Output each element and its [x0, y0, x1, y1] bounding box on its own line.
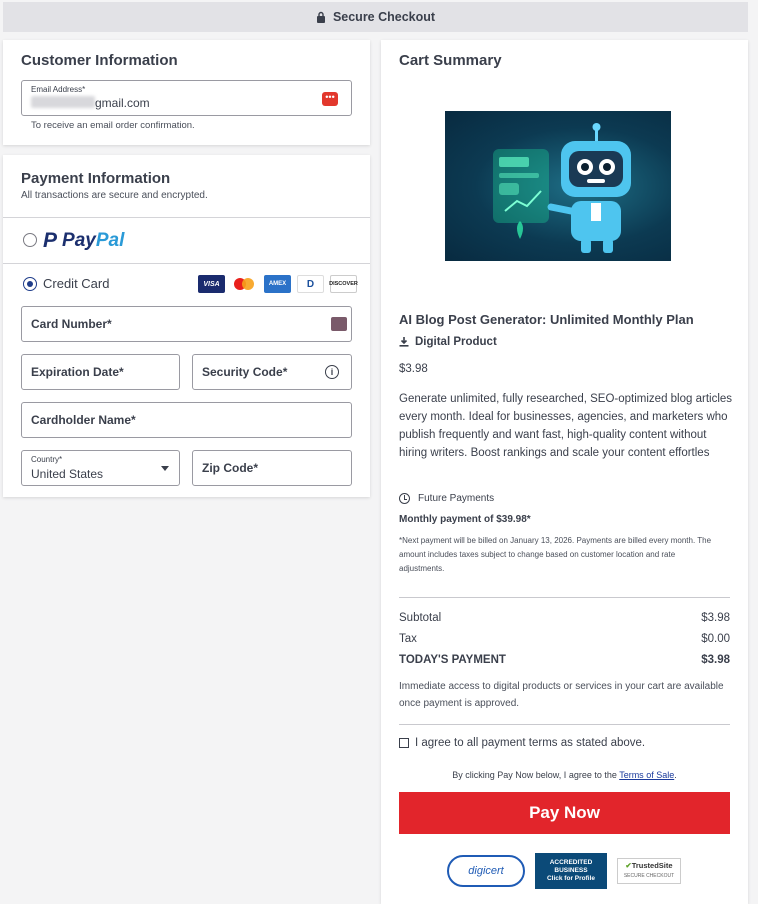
secure-checkout-bar: Secure Checkout — [3, 2, 748, 32]
bbb-badge[interactable]: ACCREDITED BUSINESS Click for Profile — [535, 853, 607, 889]
discover-icon: DISCOVER — [329, 275, 358, 293]
mastercard-icon — [231, 275, 258, 293]
future-payments: Future Payments — [399, 493, 494, 504]
customer-info-card: Customer Information Email Address* gmai… — [3, 40, 370, 145]
terms-notice: By clicking Pay Now below, I agree to th… — [452, 770, 677, 780]
product-price: $3.98 — [399, 363, 428, 375]
card-icon — [331, 317, 347, 331]
terms-of-sale-link[interactable]: Terms of Sale — [619, 770, 674, 780]
monthly-payment: Monthly payment of $39.98* — [399, 514, 531, 525]
email-value: gmail.com — [95, 96, 150, 110]
card-number-input[interactable]: Card Number* — [21, 306, 352, 342]
product-kind: Digital Product — [399, 336, 497, 348]
lock-icon — [316, 11, 325, 23]
subtotal-row: Subtotal $3.98 — [399, 612, 730, 624]
trust-badges: digicert ACCREDITED BUSINESS Click for P… — [447, 853, 681, 889]
page-title: Secure Checkout — [332, 10, 436, 24]
divider — [399, 597, 730, 598]
divider — [399, 724, 730, 725]
product-image — [445, 111, 671, 261]
paypal-icon: P — [43, 229, 58, 252]
email-label: Email Address* — [31, 85, 86, 94]
info-icon[interactable]: i — [325, 365, 339, 379]
payment-subtitle: All transactions are secure and encrypte… — [21, 190, 208, 201]
payment-info-card: Payment Information All transactions are… — [3, 155, 370, 497]
agree-terms[interactable]: I agree to all payment terms as stated a… — [399, 737, 645, 749]
billing-note: *Next payment will be billed on January … — [399, 536, 712, 573]
clock-icon — [399, 493, 410, 504]
payment-info-heading: Payment Information — [21, 170, 171, 187]
diners-icon: D — [297, 275, 324, 293]
pay-now-button[interactable]: Pay Now — [399, 792, 730, 834]
paypal-logo[interactable]: P Pay Pal — [43, 229, 124, 253]
chevron-down-icon — [161, 466, 169, 471]
digicert-badge[interactable]: digicert — [447, 855, 525, 887]
divider — [3, 217, 370, 218]
visa-icon: VISA — [198, 275, 225, 293]
password-manager-icon[interactable]: ••• — [322, 92, 338, 106]
product-description: Generate unlimited, fully researched, SE… — [399, 393, 733, 459]
agree-checkbox[interactable] — [399, 738, 409, 748]
email-hint: To receive an email order confirmation. — [31, 120, 195, 131]
todays-payment-row: TODAY'S PAYMENT $3.98 — [399, 654, 730, 666]
trustedsite-badge[interactable]: ✔TrustedSite SECURE CHECKOUT — [617, 858, 681, 884]
security-code-input[interactable]: Security Code* i — [192, 354, 352, 390]
card-brands: VISA AMEX D DISCOVER — [198, 275, 358, 293]
country-select[interactable]: Country* United States — [21, 450, 180, 486]
credit-card-radio[interactable] — [23, 277, 37, 291]
paypal-radio[interactable] — [23, 233, 37, 247]
email-redacted — [31, 96, 95, 108]
cardholder-name-input[interactable]: Cardholder Name* — [21, 402, 352, 438]
cart-summary-heading: Cart Summary — [399, 52, 502, 69]
zip-code-input[interactable]: Zip Code* — [192, 450, 352, 486]
access-note: Immediate access to digital products or … — [399, 681, 724, 709]
download-icon — [399, 337, 409, 347]
customer-info-heading: Customer Information — [21, 52, 178, 69]
email-field[interactable]: Email Address* gmail.com ••• — [21, 80, 352, 116]
divider — [3, 263, 370, 264]
product-title: AI Blog Post Generator: Unlimited Monthl… — [399, 312, 694, 327]
amex-icon: AMEX — [264, 275, 291, 293]
credit-card-label: Credit Card — [43, 276, 110, 291]
cart-summary-card: Cart Summary AI Blog Post Generator: Unl… — [381, 40, 748, 904]
expiration-date-input[interactable]: Expiration Date* — [21, 354, 180, 390]
tax-row: Tax $0.00 — [399, 633, 730, 645]
